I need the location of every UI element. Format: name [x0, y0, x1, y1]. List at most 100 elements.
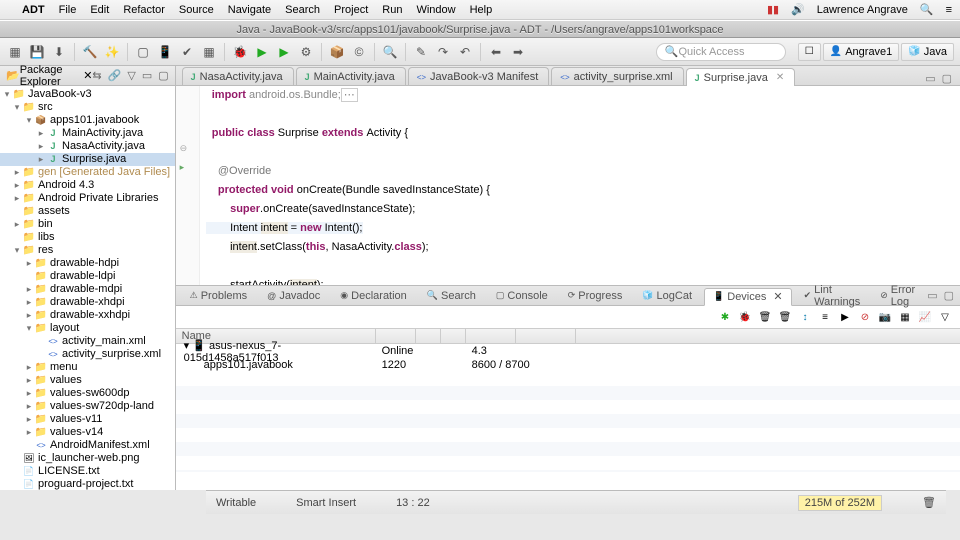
volume-icon[interactable]: 🔊	[791, 3, 805, 16]
new-icon[interactable]: ▦	[6, 43, 24, 61]
tree-item[interactable]: ▾layout	[0, 322, 175, 335]
forward-icon[interactable]: ➡	[509, 43, 527, 61]
close-view-icon[interactable]: ✕	[83, 69, 92, 82]
dump-hprof-icon[interactable]: 🗑	[778, 310, 792, 324]
debug-icon[interactable]: 🐞	[231, 43, 249, 61]
next-annotation-icon[interactable]: ↷	[434, 43, 452, 61]
sdk-icon[interactable]: ▢	[134, 43, 152, 61]
project-tree[interactable]: ▾JavaBook-v3▾src▾apps101.javabook▸MainAc…	[0, 86, 175, 490]
minimize-panel-icon[interactable]: ▭	[927, 289, 937, 302]
maximize-panel-icon[interactable]: ▢	[944, 289, 954, 302]
capture-icon[interactable]: 📷	[878, 310, 892, 324]
menu-file[interactable]: File	[59, 4, 77, 16]
tab-declaration[interactable]: ◉Declaration	[332, 287, 415, 305]
tree-item[interactable]: ▸values-sw600dp	[0, 387, 175, 400]
menu-navigate[interactable]: Navigate	[228, 4, 271, 16]
tab-error-log[interactable]: ⊘Error Log	[872, 287, 923, 305]
tab-mainactivity[interactable]: MainActivity.java	[296, 67, 406, 85]
tree-item[interactable]: ▸values	[0, 374, 175, 387]
menu-project[interactable]: Project	[334, 4, 368, 16]
perspective-angrave1[interactable]: 👤Angrave1	[823, 43, 900, 61]
back-icon[interactable]: ⬅	[487, 43, 505, 61]
menu-refactor[interactable]: Refactor	[123, 4, 165, 16]
tab-console[interactable]: ▢Console	[488, 287, 556, 305]
view-hierarchy-icon[interactable]: ▦	[898, 310, 912, 324]
wand-icon[interactable]: ✨	[103, 43, 121, 61]
minimize-icon[interactable]: ▭	[142, 69, 152, 82]
maximize-editor-icon[interactable]: ▭	[925, 72, 935, 85]
tree-item[interactable]: drawable-ldpi	[0, 270, 175, 283]
tab-progress[interactable]: ⟳Progress	[560, 287, 631, 305]
tree-item[interactable]: ▸drawable-hdpi	[0, 257, 175, 270]
new-class-icon[interactable]: ©	[350, 43, 368, 61]
new-project-icon[interactable]: ▦	[200, 43, 218, 61]
save-icon[interactable]: 💾	[28, 43, 46, 61]
tree-item[interactable]: LICENSE.txt	[0, 465, 175, 478]
gc-icon[interactable]: 🗑	[922, 496, 936, 509]
menu-help[interactable]: Help	[470, 4, 493, 16]
tree-item[interactable]: activity_surprise.xml	[0, 348, 175, 361]
tab-lint-warnings[interactable]: ✔Lint Warnings	[796, 287, 869, 305]
update-heap-icon[interactable]: 🗑	[758, 310, 772, 324]
lint-icon[interactable]: ✔	[178, 43, 196, 61]
device-row[interactable]: ▾ 📱 asus-nexus_7-015d1458a517f013 Online…	[176, 344, 960, 358]
tree-item[interactable]: proguard-project.txt	[0, 478, 175, 490]
tab-devices[interactable]: 📱Devices✕	[704, 288, 792, 306]
tree-item[interactable]: ▸NasaActivity.java	[0, 140, 175, 153]
prev-annotation-icon[interactable]: ↶	[456, 43, 474, 61]
close-tab-icon[interactable]: ✕	[776, 72, 784, 83]
update-threads-icon[interactable]: ≡	[818, 310, 832, 324]
spotlight-icon[interactable]: 🔍	[920, 3, 934, 16]
tree-item[interactable]: ▸values-sw720dp-land	[0, 400, 175, 413]
build-icon[interactable]: 🔨	[81, 43, 99, 61]
process-row[interactable]: apps101.javabook 1220 8600 / 8700	[176, 358, 960, 372]
tab-javadoc[interactable]: @Javadoc	[259, 287, 328, 305]
save-all-icon[interactable]: ⬇	[50, 43, 68, 61]
external-tools-icon[interactable]: ⚙	[297, 43, 315, 61]
tree-item[interactable]: ▸drawable-mdpi	[0, 283, 175, 296]
close-devices-icon[interactable]: ✕	[773, 290, 782, 303]
tab-activity-surprise-xml[interactable]: activity_surprise.xml	[551, 67, 683, 85]
avd-icon[interactable]: 📱	[156, 43, 174, 61]
menu-search[interactable]: Search	[285, 4, 320, 16]
tab-surprise-java[interactable]: Surprise.java✕	[686, 68, 796, 86]
maximize-icon[interactable]: ▢	[158, 69, 168, 82]
tree-item[interactable]: ▾src	[0, 101, 175, 114]
menu-extra-icon[interactable]: ≡	[946, 4, 952, 16]
run-icon[interactable]: ▶	[253, 43, 271, 61]
new-package-icon[interactable]: 📦	[328, 43, 346, 61]
tree-item[interactable]: ▾JavaBook-v3	[0, 88, 175, 101]
stop-process-icon[interactable]: ⊘	[858, 310, 872, 324]
tree-item[interactable]: ic_launcher-web.png	[0, 452, 175, 465]
tree-item[interactable]: AndroidManifest.xml	[0, 439, 175, 452]
devices-table[interactable]: Name ▾ 📱 asus-nexus_7-015d1458a517f013 O…	[176, 328, 960, 490]
view-menu-devices-icon[interactable]: ▽	[938, 310, 952, 324]
open-perspective-icon[interactable]: ☐	[798, 43, 821, 61]
tree-item[interactable]: activity_main.xml	[0, 335, 175, 348]
tree-item[interactable]: ▸menu	[0, 361, 175, 374]
tab-nasaactivity[interactable]: NasaActivity.java	[182, 67, 294, 85]
tree-item[interactable]: ▸values-v14	[0, 426, 175, 439]
screenshot-icon[interactable]: ✱	[718, 310, 732, 324]
menu-source[interactable]: Source	[179, 4, 214, 16]
perspective-java[interactable]: 🧊Java	[901, 43, 954, 61]
menu-run[interactable]: Run	[382, 4, 402, 16]
cause-gc-icon[interactable]: ↕	[798, 310, 812, 324]
tree-item[interactable]: libs	[0, 231, 175, 244]
search-icon[interactable]: 🔍	[381, 43, 399, 61]
menu-edit[interactable]: Edit	[90, 4, 109, 16]
tree-item[interactable]: ▸values-v11	[0, 413, 175, 426]
systrace-icon[interactable]: 📈	[918, 310, 932, 324]
tab-manifest[interactable]: JavaBook-v3 Manifest	[408, 67, 550, 85]
tree-item[interactable]: assets	[0, 205, 175, 218]
tree-item[interactable]: ▸Android Private Libraries	[0, 192, 175, 205]
tab-logcat[interactable]: 🧊LogCat	[634, 287, 700, 305]
collapse-all-icon[interactable]: ⇆	[92, 69, 101, 82]
view-menu-icon[interactable]: ▽	[127, 69, 135, 82]
tree-item[interactable]: ▸Surprise.java	[0, 153, 175, 166]
tree-item[interactable]: ▾res	[0, 244, 175, 257]
quick-access-input[interactable]: 🔍 Quick Access	[656, 43, 786, 61]
restore-editor-icon[interactable]: ▢	[942, 72, 952, 85]
tree-item[interactable]: ▸drawable-xxhdpi	[0, 309, 175, 322]
code-editor[interactable]: ▸ ⊖ import android.os.Bundle;⋯ public cl…	[176, 86, 960, 286]
